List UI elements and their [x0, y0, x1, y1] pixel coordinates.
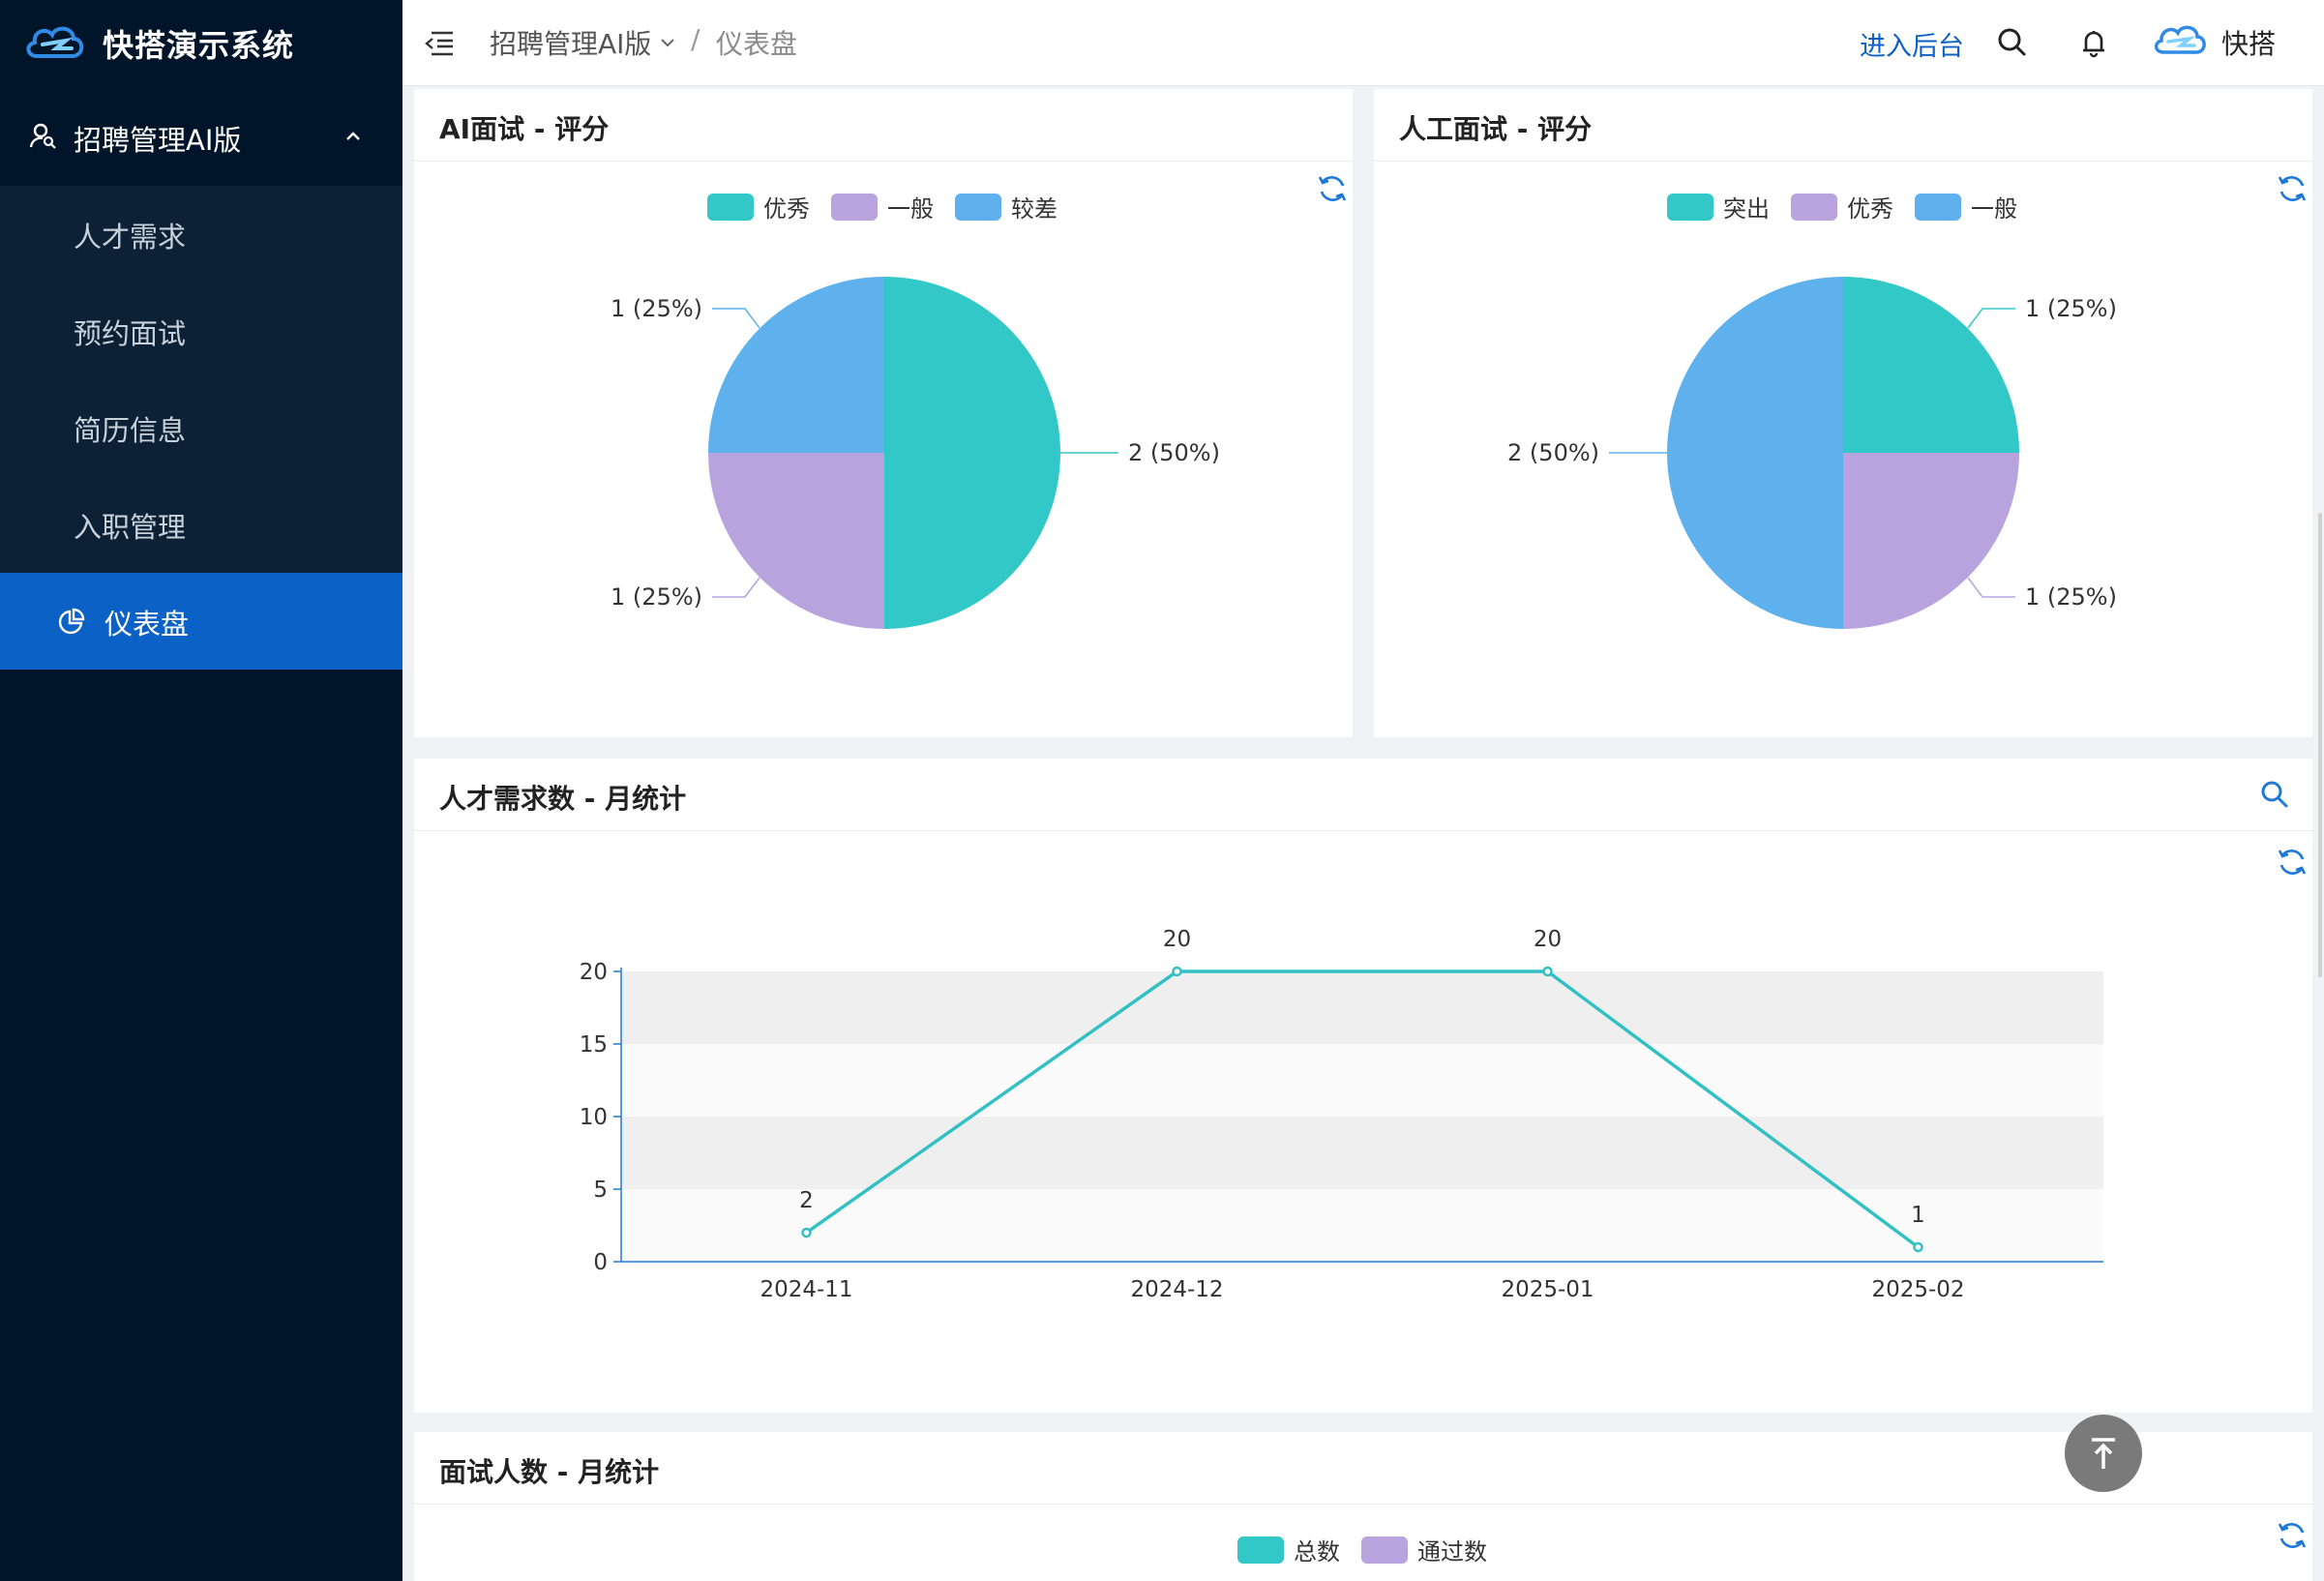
cloud-logo-icon [26, 26, 84, 58]
submenu: 人才需求 预约面试 简历信息 入职管理 [0, 186, 402, 573]
legend-item[interactable]: 总数 [1237, 1533, 1340, 1566]
pie-slice-poor[interactable] [708, 277, 884, 453]
topbar: 招聘管理AI版 / 仪表盘 进入后台 快搭 [402, 0, 2324, 86]
data-point [1913, 1241, 1923, 1253]
chevron-up-icon [346, 132, 360, 140]
data-point [1542, 966, 1553, 977]
refresh-icon[interactable] [2276, 1519, 2309, 1552]
y-tick-label: 10 [580, 1105, 608, 1130]
x-tick-label: 2024-11 [760, 1277, 852, 1302]
pie-leader-line [712, 308, 760, 329]
breadcrumb-separator: / [691, 23, 700, 55]
menu-group-recruitment[interactable]: 招聘管理AI版 [0, 89, 402, 186]
ai-interview-pie-chart: 2 (50%) 1 (25%) 1 (25%) [611, 277, 1220, 629]
y-tick-label: 15 [580, 1032, 608, 1058]
grid-band [621, 1044, 2103, 1117]
sidebar-item-label: 仪表盘 [104, 608, 190, 641]
talent-demand-line-chart: 0 5 10 15 20 2024-11 2024-12 2025-01 2025-02 2 20 2… [580, 927, 2103, 1302]
scrollbar-thumb[interactable] [2318, 513, 2322, 977]
pie-slice-excellent[interactable] [884, 277, 1060, 629]
breadcrumb-current: 仪表盘 [716, 28, 798, 60]
data-label: 1 [1911, 1203, 1925, 1228]
legend-label: 总数 [1294, 1538, 1340, 1566]
app-title: 快搭演示系统 [103, 27, 295, 64]
legend-item[interactable]: 通过数 [1361, 1533, 1487, 1566]
sidebar-item-label: 简历信息 [74, 414, 187, 447]
breadcrumb-parent[interactable]: 招聘管理AI版 [490, 23, 651, 62]
y-tick-label: 0 [593, 1250, 608, 1275]
pie-leader-line [1967, 577, 2015, 598]
pie-slice-average[interactable] [708, 453, 884, 629]
pie-data-label: 1 (25%) [611, 295, 702, 322]
card-header: 面试人数 - 月统计 [414, 1432, 2312, 1505]
user-search-icon [29, 123, 56, 149]
data-label: 20 [1163, 927, 1191, 952]
enter-backend-link[interactable]: 进入后台 [1860, 25, 1964, 63]
pie-data-label: 1 (25%) [2025, 295, 2117, 322]
card-human-interview: 人工面试 - 评分 突出 优秀 一般 1 (25%) 1 (25%) 2 (50… [1374, 89, 2312, 737]
menu-group-label: 招聘管理AI版 [74, 124, 242, 157]
sidebar-item-label: 人才需求 [74, 221, 187, 254]
data-point [1172, 966, 1182, 977]
pie-leader-line [712, 577, 760, 598]
sidebar-item-onboarding[interactable]: 入职管理 [0, 476, 402, 573]
legend-swatch [1361, 1536, 1408, 1564]
back-to-top-button[interactable] [2065, 1415, 2142, 1492]
human-interview-pie-chart: 1 (25%) 1 (25%) 2 (50%) [1507, 277, 2117, 629]
y-tick-label: 20 [580, 960, 608, 985]
bell-icon[interactable] [2074, 23, 2113, 62]
menu-fold-icon[interactable] [424, 29, 455, 56]
sidebar-item-talent-demand[interactable]: 人才需求 [0, 186, 402, 283]
x-tick-label: 2025-02 [1871, 1277, 1964, 1302]
sidebar-item-label: 预约面试 [74, 317, 187, 350]
grid-band [621, 1117, 2103, 1189]
legend-label: 通过数 [1417, 1538, 1487, 1566]
sidebar-item-label: 入职管理 [74, 511, 187, 544]
chevron-down-icon[interactable] [658, 33, 677, 52]
x-tick-label: 2025-01 [1501, 1277, 1594, 1302]
username[interactable]: 快搭 [2221, 23, 2276, 62]
pie-slice-average[interactable] [1667, 277, 1843, 629]
card-ai-interview: AI面试 - 评分 优秀 一般 较差 2 (50%) 1 (25%) 1 (25… [414, 89, 1353, 737]
data-point [801, 1227, 812, 1238]
card-title: 面试人数 - 月统计 [439, 1456, 660, 1488]
search-icon[interactable] [1993, 23, 2032, 62]
y-tick-label: 5 [593, 1178, 608, 1203]
data-label: 20 [1534, 927, 1562, 952]
grid-band [621, 971, 2103, 1044]
pie-data-label: 1 (25%) [2025, 583, 2117, 611]
sidebar-item-interview-booking[interactable]: 预约面试 [0, 283, 402, 379]
data-label: 2 [799, 1188, 814, 1213]
sidebar: 快搭演示系统 招聘管理AI版 人才需求 预约面试 简历信息 入职管理 仪表盘 [0, 0, 402, 1581]
sidebar-item-resume[interactable]: 简历信息 [0, 379, 402, 476]
card-talent-demand: 人才需求数 - 月统计 0 5 10 15 20 2024-11 2024-12 2025-0… [414, 759, 2312, 1413]
logo-row: 快搭演示系统 [0, 0, 402, 87]
grid-band [621, 1189, 2103, 1262]
sidebar-item-dashboard[interactable]: 仪表盘 [0, 573, 402, 670]
pie-chart-icon [58, 608, 85, 635]
x-tick-label: 2024-12 [1130, 1277, 1223, 1302]
pie-data-label: 2 (50%) [1507, 439, 1599, 466]
pie-data-label: 1 (25%) [611, 583, 702, 611]
avatar[interactable] [2152, 19, 2208, 62]
pie-slice-outstanding[interactable] [1843, 277, 2019, 453]
legend-swatch [1237, 1536, 1284, 1564]
pie-leader-line [1967, 308, 2015, 329]
pie-slice-excellent[interactable] [1843, 453, 2019, 629]
pie-data-label: 2 (50%) [1128, 439, 1220, 466]
card-interview-count: 面试人数 - 月统计 总数 通过数 [414, 1432, 2312, 1581]
arrow-up-to-top-icon [2092, 1438, 2115, 1469]
